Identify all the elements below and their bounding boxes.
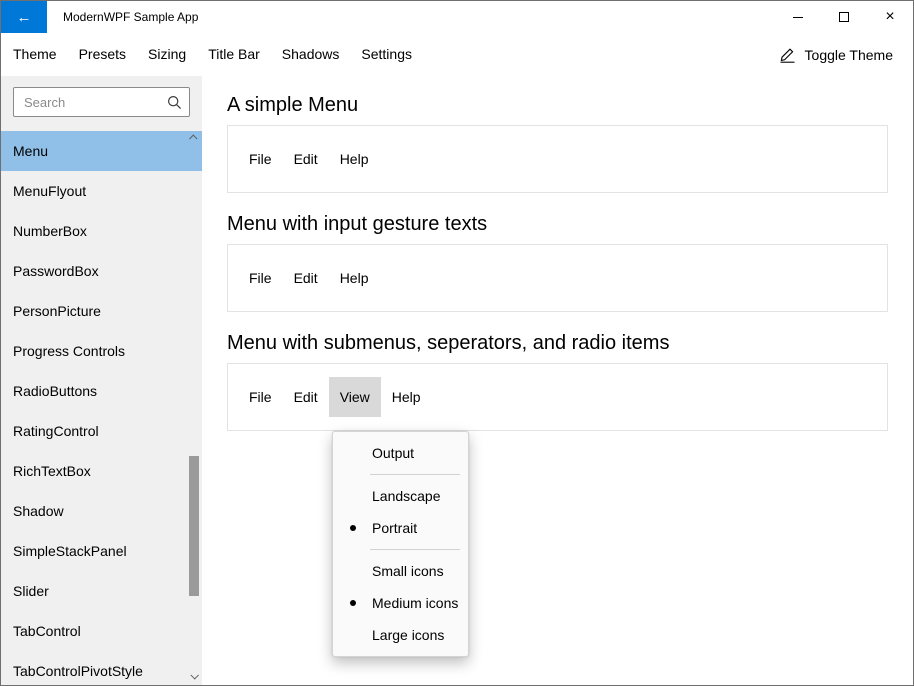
menu-item-edit[interactable]: Edit [283,258,329,298]
menubar-item-settings[interactable]: Settings [350,33,423,76]
window-title: ModernWPF Sample App [63,10,199,24]
dropdown-item-large-icons[interactable]: Large icons [333,619,468,651]
sidebar-item-richtextbox[interactable]: RichTextBox [1,451,202,491]
menu-bar-simple: File Edit Help [238,139,379,179]
dropdown-item-label: Large icons [372,627,445,643]
sidebar-item-tabcontrolpivotstyle[interactable]: TabControlPivotStyle [1,651,202,685]
menubar-item-theme[interactable]: Theme [2,33,68,76]
maximize-button[interactable] [821,1,867,33]
edit-pencil-icon [779,46,796,63]
menu-separator [370,549,460,550]
dropdown-item-portrait[interactable]: Portrait [333,512,468,544]
radio-bullet-icon [350,600,356,606]
section-title-simple-menu: A simple Menu [227,94,359,116]
sidebar-item-numberbox[interactable]: NumberBox [1,211,202,251]
window-controls: × [775,1,913,33]
sidebar: MenuMenuFlyoutNumberBoxPasswordBoxPerson… [1,76,202,685]
menu-demo-input-gesture: File Edit Help [227,244,888,312]
app-window: ← ModernWPF Sample App × Theme Presets Siz… [0,0,914,686]
sidebar-item-tabcontrol[interactable]: TabControl [1,611,202,651]
menu-item-file[interactable]: File [238,377,283,417]
menubar-item-title-bar[interactable]: Title Bar [197,33,271,76]
dropdown-item-label: Output [372,445,415,461]
titlebar: ← ModernWPF Sample App × [1,1,913,33]
sidebar-item-radiobuttons[interactable]: RadioButtons [1,371,202,411]
dropdown-item-small-icons[interactable]: Small icons [333,555,468,587]
dropdown-item-output[interactable]: Output [333,437,468,469]
sidebar-item-shadow[interactable]: Shadow [1,491,202,531]
dropdown-item-label: Small icons [372,563,444,579]
scroll-up-button[interactable] [187,131,201,145]
scrollbar-thumb[interactable] [189,456,199,596]
maximize-icon [839,12,849,22]
minimize-button[interactable] [775,1,821,33]
sidebar-scrollbar[interactable] [187,131,201,683]
menu-item-file[interactable]: File [238,258,283,298]
search-input[interactable] [13,87,190,117]
back-arrow-icon: ← [16,8,32,26]
sidebar-list: Menu MenuFlyout NumberBox PasswordBox Person… [1,131,202,685]
menu-demo-submenus: File Edit View Help [227,363,888,431]
sidebar-item-menuflyout[interactable]: MenuFlyout [1,171,202,211]
sidebar-item-simplestackpanel[interactable]: SimpleStackPanel [1,531,202,571]
menubar-item-shadows[interactable]: Shadows [271,33,351,76]
sidebar-item-passwordbox[interactable]: PasswordBox [1,251,202,291]
menu-item-help[interactable]: Help [381,377,432,417]
close-button[interactable]: × [867,1,913,33]
menu-separator [370,474,460,475]
search-box [13,87,190,117]
sidebar-item-menu[interactable]: Menu [1,131,202,171]
chevron-up-icon [189,134,198,143]
view-dropdown-menu: Output Landscape Portrait Small icons Medium… [332,431,469,657]
dropdown-item-landscape[interactable]: Landscape [333,480,468,512]
menubar-item-sizing[interactable]: Sizing [137,33,197,76]
sidebar-item-personpicture[interactable]: PersonPicture [1,291,202,331]
minimize-icon [793,16,803,18]
main-content: A simple Menu File Edit Help Menu with inp… [202,76,913,685]
toggle-theme-button[interactable]: Toggle Theme [769,40,903,69]
toggle-theme-label: Toggle Theme [804,46,893,63]
dropdown-item-label: Portrait [372,520,418,536]
sidebar-item-progress-controls[interactable]: Progress Controls [1,331,202,371]
back-button[interactable]: ← [1,1,47,33]
menu-item-edit[interactable]: Edit [283,377,329,417]
dropdown-item-medium-icons[interactable]: Medium icons [333,587,468,619]
section-title-submenus: Menu with submenus, seperators, and radi… [227,332,670,354]
dropdown-item-label: Medium icons [372,595,459,611]
menu-item-edit[interactable]: Edit [283,139,329,179]
menu-demo-simple: File Edit Help [227,125,888,193]
menu-bar-input-gesture: File Edit Help [238,258,379,298]
app-menubar: Theme Presets Sizing Title Bar Shadows Settin… [1,33,913,76]
menu-item-file[interactable]: File [238,139,283,179]
scroll-down-button[interactable] [187,669,201,683]
menubar-items: Theme Presets Sizing Title Bar Shadows Settin… [2,33,423,76]
search-icon [167,95,182,110]
menu-bar-submenus: File Edit View Help [238,377,432,417]
sidebar-item-slider[interactable]: Slider [1,571,202,611]
menu-item-help[interactable]: Help [329,258,380,298]
menu-item-help[interactable]: Help [329,139,380,179]
dropdown-item-label: Landscape [372,488,441,504]
chevron-down-icon [190,671,199,680]
menu-item-view[interactable]: View [328,377,381,417]
sidebar-item-ratingcontrol[interactable]: RatingControl [1,411,202,451]
section-title-input-gesture: Menu with input gesture texts [227,213,488,235]
close-icon: × [885,8,895,25]
radio-bullet-icon [350,525,356,531]
menubar-item-presets[interactable]: Presets [68,33,137,76]
